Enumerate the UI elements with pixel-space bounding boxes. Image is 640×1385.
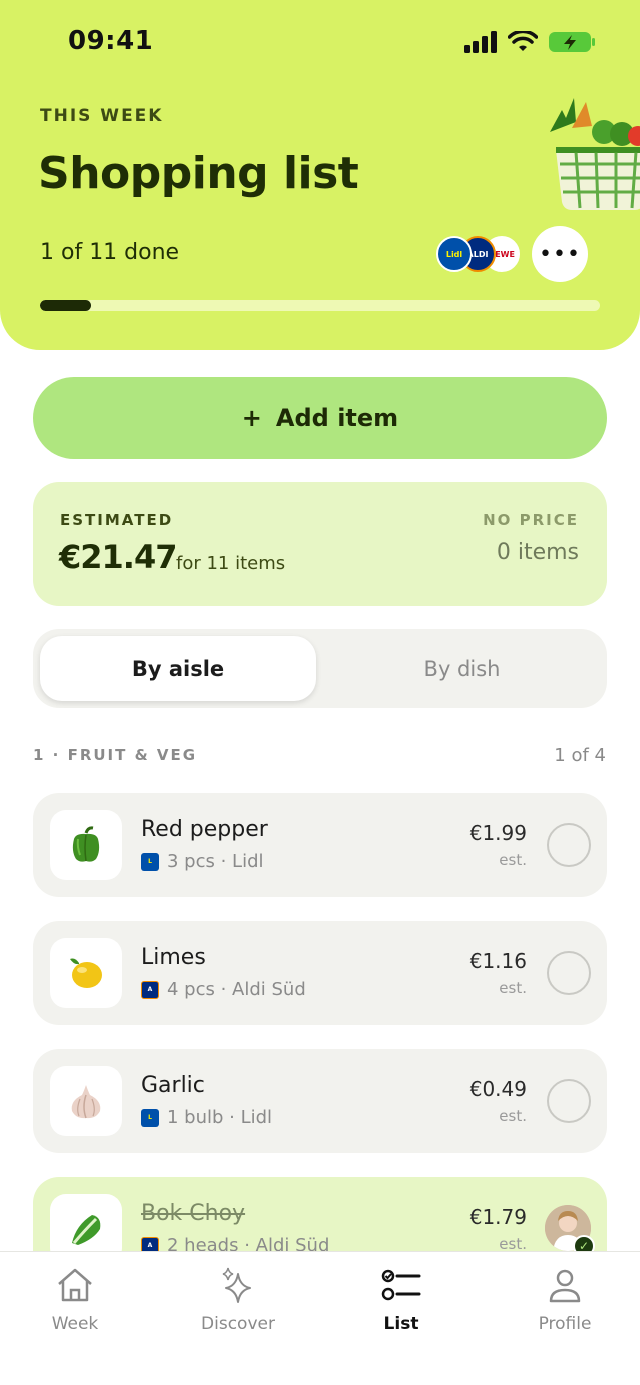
item-estimate-label: est. <box>499 979 527 997</box>
header: 09:41 THIS WEEK Shopping list 1 of 11 do… <box>0 0 640 350</box>
tab-discover[interactable]: Discover <box>158 1266 318 1334</box>
item-name: Bok Choy <box>141 1201 246 1226</box>
tab-label: Week <box>51 1314 99 1334</box>
garlic-icon <box>71 1085 101 1119</box>
lime-icon <box>70 958 102 988</box>
plus-icon: + <box>241 404 262 432</box>
store-badges[interactable]: Lidl ALDI REWE <box>436 236 526 272</box>
tab-label: List <box>383 1314 419 1334</box>
aldi-logo-icon: A <box>141 980 159 999</box>
store-badge-label: Lidl <box>445 249 463 259</box>
tab-label: Profile <box>538 1314 592 1334</box>
item-meta-text: 4 pcs · Aldi Süd <box>167 979 306 1000</box>
item-estimate-label: est. <box>499 1107 527 1125</box>
section-count: 1 of 4 <box>554 745 606 766</box>
eyebrow-label: THIS WEEK <box>40 106 164 126</box>
tab-list[interactable]: List <box>321 1266 481 1334</box>
item-checkbox[interactable] <box>547 1079 591 1123</box>
checklist-icon <box>381 1269 421 1301</box>
estimate-label: ESTIMATED <box>60 511 174 529</box>
status-bar: 09:41 <box>0 0 640 88</box>
estimate-value: €21.47 <box>59 538 177 576</box>
tab-label: Discover <box>201 1314 275 1334</box>
item-price: €1.16 <box>469 949 527 973</box>
lidl-logo-icon: L <box>141 852 159 871</box>
item-name: Garlic <box>141 1073 205 1098</box>
sparkle-icon <box>222 1267 251 1303</box>
wifi-icon <box>508 31 538 51</box>
item-thumbnail <box>50 938 122 1008</box>
item-price: €1.79 <box>469 1205 527 1229</box>
tab-bar: Week Discover List Profile <box>0 1251 640 1385</box>
person-icon <box>549 1269 581 1303</box>
progress-fill <box>40 300 91 311</box>
item-price: €0.49 <box>469 1077 527 1101</box>
item-estimate-label: est. <box>499 851 527 869</box>
tab-profile[interactable]: Profile <box>485 1266 640 1334</box>
signal-icon <box>464 31 497 53</box>
list-item[interactable]: Red pepper L 3 pcs · Lidl €1.99 est. <box>33 793 607 897</box>
home-icon <box>58 1268 92 1302</box>
store-badge-lidl: Lidl <box>436 236 472 272</box>
pepper-icon <box>72 826 100 862</box>
item-meta: A 4 pcs · Aldi Süd <box>141 979 306 1000</box>
item-name: Red pepper <box>141 817 268 842</box>
item-meta: L 3 pcs · Lidl <box>141 851 264 872</box>
add-item-button[interactable]: + Add item <box>33 377 607 459</box>
item-name: Limes <box>141 945 206 970</box>
lidl-logo-icon: L <box>141 1108 159 1127</box>
estimate-card: ESTIMATED €21.47 for 11 items NO PRICE 0… <box>33 482 607 606</box>
list-item[interactable]: Limes A 4 pcs · Aldi Süd €1.16 est. <box>33 921 607 1025</box>
progress-bar <box>40 300 600 311</box>
list-item[interactable]: Garlic L 1 bulb · Lidl €0.49 est. <box>33 1049 607 1153</box>
more-button[interactable]: ••• <box>532 226 588 282</box>
add-item-label: Add item <box>275 404 399 432</box>
item-meta: L 1 bulb · Lidl <box>141 1107 272 1128</box>
battery-icon <box>549 32 595 52</box>
status-time: 09:41 <box>68 26 154 56</box>
progress-text: 1 of 11 done <box>40 240 180 265</box>
estimate-subtext: for 11 items <box>176 553 286 574</box>
no-price-value: 0 items <box>496 540 579 565</box>
no-price-label: NO PRICE <box>483 511 579 529</box>
item-price: €1.99 <box>469 821 527 845</box>
segment-by-aisle[interactable]: By aisle <box>40 636 316 701</box>
item-checkbox[interactable] <box>547 951 591 995</box>
section-title: 1 · FRUIT & VEG <box>33 746 198 764</box>
more-horizontal-icon: ••• <box>539 241 581 267</box>
bok-choy-icon <box>72 1215 101 1245</box>
item-meta-text: 1 bulb · Lidl <box>167 1107 273 1128</box>
item-checkbox[interactable] <box>547 823 591 867</box>
status-icons <box>464 30 596 54</box>
page-title: Shopping list <box>38 148 359 199</box>
item-thumbnail <box>50 1066 122 1136</box>
avatar[interactable]: ✓ <box>545 1205 595 1257</box>
tab-week[interactable]: Week <box>0 1266 155 1334</box>
view-segmented-control: By aisle By dish <box>33 629 607 708</box>
item-thumbnail <box>50 810 122 880</box>
item-meta-text: 3 pcs · Lidl <box>167 851 264 872</box>
segment-by-dish[interactable]: By dish <box>324 636 600 701</box>
basket-icon <box>550 98 640 210</box>
